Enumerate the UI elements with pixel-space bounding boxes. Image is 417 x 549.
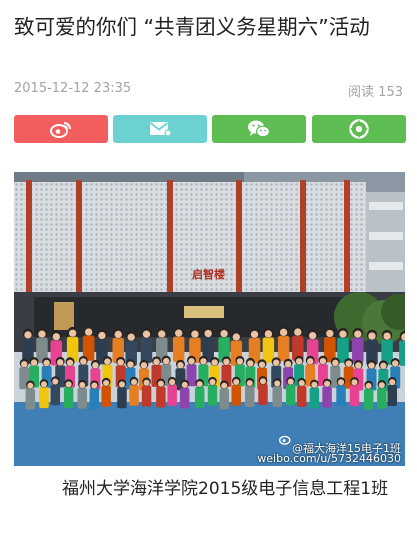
share-message-button[interactable] xyxy=(113,115,207,143)
message-icon xyxy=(149,121,171,137)
share-moments-button[interactable] xyxy=(312,115,406,143)
article-title: 致可爱的你们 “共青团义务星期六”活动 xyxy=(14,15,370,39)
photo-caption: 福州大学海洋学院2015级电子信息工程1班 xyxy=(62,479,389,499)
moments-icon xyxy=(349,119,369,139)
publish-date: 2015-12-12 23:35 xyxy=(14,81,132,96)
watermark-url: weibo.com/u/5732446030 xyxy=(257,452,401,465)
group-photo-illustration: 启智楼 xyxy=(14,172,405,466)
share-weibo-button[interactable] xyxy=(14,115,108,143)
weibo-watermark-icon xyxy=(279,433,293,445)
article-photo: 启智楼 @福大海洋15电子1班 weibo.com/u/5732446030 xyxy=(14,172,405,466)
share-wechat-button[interactable] xyxy=(212,115,306,143)
building-sign: 启智楼 xyxy=(192,267,225,281)
wechat-icon xyxy=(247,119,271,139)
share-bar xyxy=(14,115,406,143)
article-meta: 2015-12-12 23:35 阅读 153 xyxy=(14,81,403,100)
read-count: 阅读 153 xyxy=(348,85,403,100)
weibo-icon xyxy=(50,120,72,138)
